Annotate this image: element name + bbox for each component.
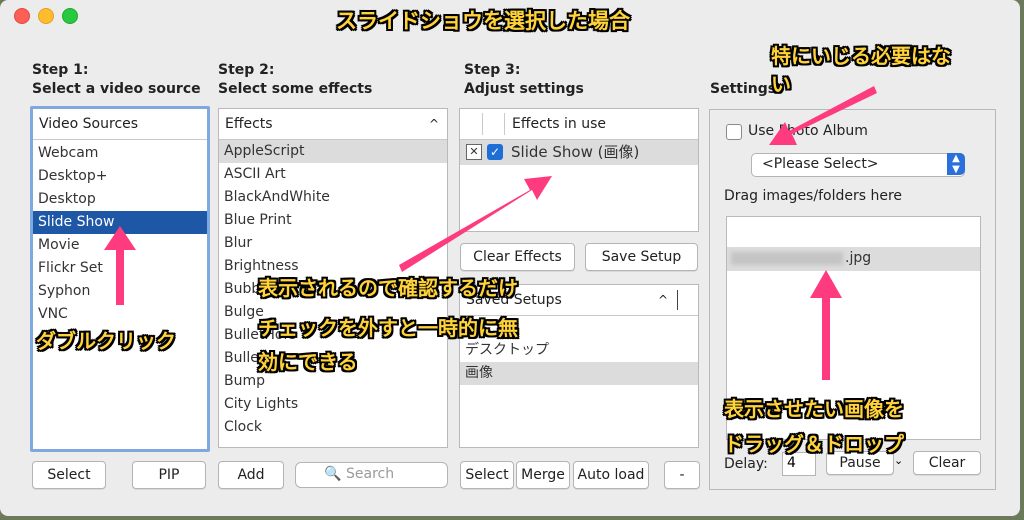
- annotation-no-change-line1: 特にいじる必要はな: [771, 44, 951, 68]
- list-item[interactable]: Blur: [219, 232, 447, 255]
- step1-title: Step 1: Select a video source: [32, 61, 201, 99]
- select-source-button[interactable]: Select: [32, 461, 106, 489]
- enable-effect-checkbox[interactable]: ✓: [487, 144, 503, 160]
- list-item[interactable]: 画像: [460, 362, 698, 385]
- video-sources-list[interactable]: Video Sources Webcam Desktop+ Desktop Sl…: [30, 106, 210, 452]
- album-select[interactable]: <Please Select> ▲ ▼: [751, 153, 965, 177]
- merge-button[interactable]: Merge: [516, 461, 570, 489]
- list-item[interactable]: Flickr Set: [33, 257, 207, 280]
- list-item[interactable]: Desktop+: [33, 165, 207, 188]
- step3-title-line1: Step 3:: [464, 62, 521, 78]
- list-item[interactable]: Movie: [33, 234, 207, 257]
- column-divider: [504, 113, 505, 135]
- list-item[interactable]: Syphon: [33, 280, 207, 303]
- search-icon: 🔍: [324, 466, 342, 482]
- list-item-selected[interactable]: Slide Show: [33, 211, 207, 234]
- effects-in-use-list[interactable]: Effects in use ✕ ✓ Slide Show (画像): [459, 108, 699, 232]
- use-photo-album-checkbox[interactable]: [726, 124, 742, 140]
- add-effect-button[interactable]: Add: [218, 461, 284, 489]
- chevron-up-icon[interactable]: ^: [429, 109, 439, 139]
- step2-title-line2: Select some effects: [218, 81, 373, 97]
- auto-load-button[interactable]: Auto load: [573, 461, 649, 489]
- save-setup-button[interactable]: Save Setup: [585, 243, 698, 271]
- clear-images-button[interactable]: Clear: [913, 451, 981, 475]
- list-item[interactable]: VNC: [33, 303, 207, 326]
- effects-in-use-header-label: Effects in use: [512, 116, 607, 132]
- annotation-drag-drop-line2: ドラッグ＆ドロップ: [724, 432, 904, 456]
- step3-title: Step 3: Adjust settings: [464, 61, 584, 99]
- list-item[interactable]: Clock: [219, 416, 447, 439]
- list-item[interactable]: ASCII Art: [219, 163, 447, 186]
- effect-in-use-row[interactable]: ✕ ✓ Slide Show (画像): [460, 140, 698, 165]
- delay-value: 4: [787, 455, 796, 471]
- list-item[interactable]: Desktop: [33, 188, 207, 211]
- video-sources-header: Video Sources: [33, 109, 207, 140]
- effect-in-use-label: Slide Show (画像): [511, 143, 640, 161]
- list-item[interactable]: Webcam: [33, 142, 207, 165]
- drag-hint: Drag images/folders here: [724, 188, 903, 204]
- remove-setup-button[interactable]: -: [664, 461, 700, 489]
- close-window-button[interactable]: [14, 8, 30, 24]
- album-select-value: <Please Select>: [762, 156, 879, 172]
- use-photo-album-label: Use Photo Album: [748, 123, 868, 139]
- step1-title-line2: Select a video source: [32, 81, 201, 97]
- blurred-filename: [731, 252, 843, 265]
- image-file-row[interactable]: .jpg: [727, 247, 980, 271]
- delay-label: Delay:: [724, 456, 768, 472]
- list-item[interactable]: City Lights: [219, 393, 447, 416]
- annotation-no-change: 特にいじる必要はな い: [771, 40, 951, 97]
- saved-setups-list[interactable]: Saved Setups ^ デスクトップ 画像: [459, 284, 699, 448]
- step3-title-line2: Adjust settings: [464, 81, 584, 97]
- annotation-no-change-line2: い: [771, 72, 791, 96]
- step2-title-line1: Step 2:: [218, 62, 275, 78]
- column-divider: [677, 290, 678, 310]
- effects-header[interactable]: Effects ^: [219, 109, 447, 140]
- step2-title: Step 2: Select some effects: [218, 61, 372, 99]
- select-setup-button[interactable]: Select: [460, 461, 514, 489]
- list-item[interactable]: AppleScript: [219, 140, 447, 163]
- annotation-uncheck-line1: チェックを外すと一時的に無: [258, 316, 518, 340]
- annotation-title: スライドショウを選択した場合: [336, 9, 630, 33]
- step1-title-line1: Step 1:: [32, 62, 89, 78]
- file-extension: .jpg: [845, 250, 872, 266]
- column-divider: [482, 113, 483, 135]
- effects-header-label: Effects: [225, 116, 273, 132]
- annotation-uncheck-line2: 効にできる: [258, 350, 358, 374]
- list-item[interactable]: Blue Print: [219, 209, 447, 232]
- annotation-display-confirm: 表示されるので確認するだけ: [258, 276, 518, 300]
- select-arrows-icon[interactable]: ▲ ▼: [947, 153, 965, 175]
- search-input[interactable]: 🔍 Search: [295, 462, 448, 488]
- settings-title: Settings: [710, 81, 777, 97]
- minimize-window-button[interactable]: [38, 8, 54, 24]
- pip-button[interactable]: PIP: [132, 461, 206, 489]
- search-placeholder: Search: [346, 466, 395, 482]
- chevron-up-icon[interactable]: ^: [658, 285, 668, 315]
- effects-in-use-header: Effects in use: [460, 109, 698, 140]
- remove-effect-icon[interactable]: ✕: [466, 144, 482, 160]
- zoom-window-button[interactable]: [62, 8, 78, 24]
- list-item[interactable]: デスクトップ: [460, 339, 698, 362]
- annotation-double-click: ダブルクリック: [36, 329, 176, 353]
- list-item[interactable]: BlackAndWhite: [219, 186, 447, 209]
- annotation-drag-drop-line1: 表示させたい画像を: [724, 397, 904, 421]
- clear-effects-button[interactable]: Clear Effects: [460, 243, 575, 271]
